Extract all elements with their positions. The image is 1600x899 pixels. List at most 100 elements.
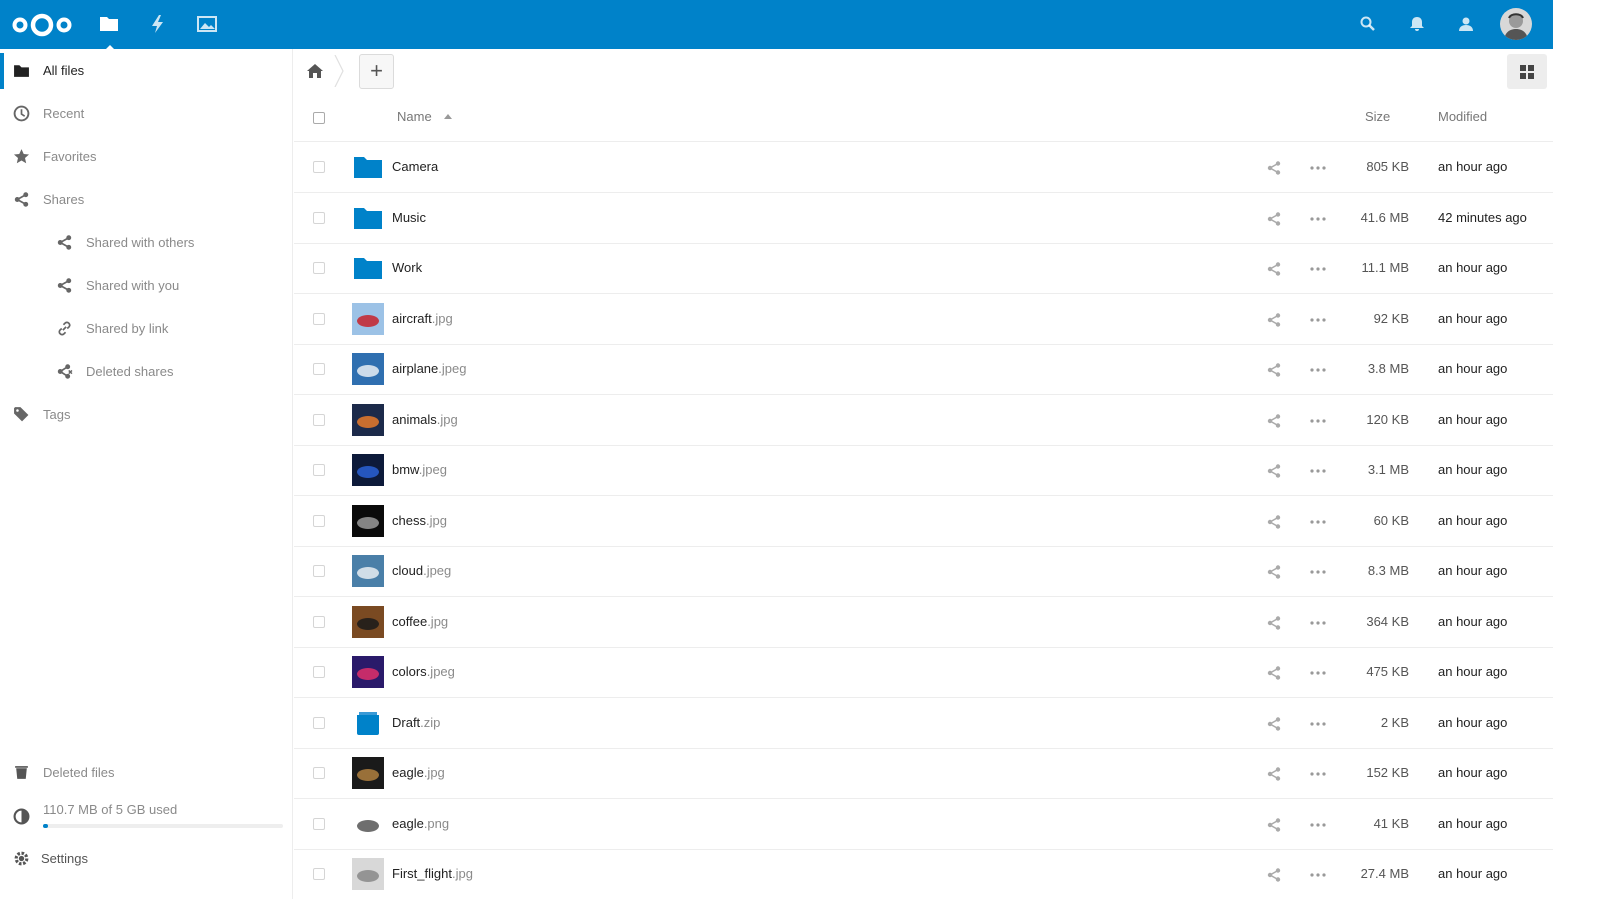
file-row[interactable]: eagle.jpg 152 KB an hour ago <box>294 748 1553 799</box>
row-checkbox[interactable] <box>313 565 325 577</box>
file-name[interactable]: coffee.jpg <box>392 614 448 629</box>
more-actions-icon[interactable] <box>1309 160 1327 176</box>
contacts-icon[interactable] <box>1456 14 1476 34</box>
file-name[interactable]: Draft.zip <box>392 715 440 730</box>
nav-settings[interactable]: Settings <box>0 837 292 880</box>
files-app-icon[interactable] <box>98 13 120 51</box>
column-header-size[interactable]: Size <box>1365 109 1390 124</box>
share-icon[interactable] <box>1266 514 1282 530</box>
more-actions-icon[interactable] <box>1309 362 1327 378</box>
file-row[interactable]: Draft.zip 2 KB an hour ago <box>294 698 1553 749</box>
file-name[interactable]: aircraft.jpg <box>392 311 453 326</box>
row-checkbox[interactable] <box>313 666 325 678</box>
share-icon[interactable] <box>1266 766 1282 782</box>
nav-deleted-files[interactable]: Deleted files <box>0 751 292 794</box>
row-checkbox[interactable] <box>313 515 325 527</box>
share-icon[interactable] <box>1266 413 1282 429</box>
nav-item-shared-by-link[interactable]: Shared by link <box>0 307 292 350</box>
row-checkbox[interactable] <box>313 262 325 274</box>
more-actions-icon[interactable] <box>1309 413 1327 429</box>
file-row[interactable]: airplane.jpeg 3.8 MB an hour ago <box>294 344 1553 395</box>
nav-item-deleted-shares[interactable]: Deleted shares <box>0 350 292 393</box>
file-name[interactable]: eagle.png <box>392 816 449 831</box>
user-avatar[interactable] <box>1500 8 1532 40</box>
file-row[interactable]: Music 41.6 MB 42 minutes ago <box>294 193 1553 244</box>
nav-item-recent[interactable]: Recent <box>0 92 292 135</box>
file-name[interactable]: Camera <box>392 159 438 174</box>
share-icon[interactable] <box>1266 463 1282 479</box>
file-name[interactable]: chess.jpg <box>392 513 447 528</box>
row-checkbox[interactable] <box>313 616 325 628</box>
file-row[interactable]: Work 11.1 MB an hour ago <box>294 243 1553 294</box>
share-icon[interactable] <box>1266 817 1282 833</box>
notifications-icon[interactable] <box>1407 14 1427 34</box>
share-icon[interactable] <box>1266 716 1282 732</box>
more-actions-icon[interactable] <box>1309 211 1327 227</box>
row-checkbox[interactable] <box>313 363 325 375</box>
row-checkbox[interactable] <box>313 313 325 325</box>
share-icon[interactable] <box>1266 665 1282 681</box>
file-name[interactable]: cloud.jpeg <box>392 563 451 578</box>
search-icon[interactable] <box>1358 14 1378 34</box>
nav-item-favorites[interactable]: Favorites <box>0 135 292 178</box>
nextcloud-logo-icon[interactable] <box>10 10 74 40</box>
file-name[interactable]: Music <box>392 210 426 225</box>
file-row[interactable]: coffee.jpg 364 KB an hour ago <box>294 597 1553 648</box>
file-name[interactable]: bmw.jpeg <box>392 462 447 477</box>
file-row[interactable]: aircraft.jpg 92 KB an hour ago <box>294 294 1553 345</box>
nav-item-shares[interactable]: Shares <box>0 178 292 221</box>
home-icon[interactable] <box>306 62 324 80</box>
row-checkbox[interactable] <box>313 717 325 729</box>
nav-item-tags[interactable]: Tags <box>0 393 292 436</box>
more-actions-icon[interactable] <box>1309 766 1327 782</box>
column-header-modified[interactable]: Modified <box>1438 109 1487 124</box>
new-file-button[interactable]: + <box>359 54 394 89</box>
file-row[interactable]: eagle.png 41 KB an hour ago <box>294 799 1553 850</box>
share-icon[interactable] <box>1266 211 1282 227</box>
nav-item-shared-with-you[interactable]: Shared with you <box>0 264 292 307</box>
share-icon[interactable] <box>1266 362 1282 378</box>
row-checkbox[interactable] <box>313 414 325 426</box>
file-name[interactable]: colors.jpeg <box>392 664 455 679</box>
file-name[interactable]: eagle.jpg <box>392 765 445 780</box>
row-checkbox[interactable] <box>313 161 325 173</box>
file-name[interactable]: First_flight.jpg <box>392 866 473 881</box>
share-icon[interactable] <box>1266 160 1282 176</box>
file-row[interactable]: Camera 805 KB an hour ago <box>294 142 1553 193</box>
more-actions-icon[interactable] <box>1309 261 1327 277</box>
row-checkbox[interactable] <box>313 767 325 779</box>
file-name[interactable]: Work <box>392 260 422 275</box>
row-checkbox[interactable] <box>313 464 325 476</box>
row-checkbox[interactable] <box>313 868 325 880</box>
file-name[interactable]: airplane.jpeg <box>392 361 466 376</box>
more-actions-icon[interactable] <box>1309 463 1327 479</box>
nav-item-all-files[interactable]: All files <box>0 49 292 92</box>
file-row[interactable]: cloud.jpeg 8.3 MB an hour ago <box>294 546 1553 597</box>
more-actions-icon[interactable] <box>1309 867 1327 883</box>
share-icon[interactable] <box>1266 867 1282 883</box>
grid-view-toggle-button[interactable] <box>1507 54 1547 89</box>
column-header-name[interactable]: Name <box>397 109 432 124</box>
more-actions-icon[interactable] <box>1309 312 1327 328</box>
more-actions-icon[interactable] <box>1309 817 1327 833</box>
more-actions-icon[interactable] <box>1309 615 1327 631</box>
file-row[interactable]: animals.jpg 120 KB an hour ago <box>294 395 1553 446</box>
activity-app-icon[interactable] <box>147 13 169 35</box>
more-actions-icon[interactable] <box>1309 514 1327 530</box>
select-all-checkbox[interactable] <box>313 112 325 124</box>
more-actions-icon[interactable] <box>1309 716 1327 732</box>
file-row[interactable]: chess.jpg 60 KB an hour ago <box>294 496 1553 547</box>
more-actions-icon[interactable] <box>1309 564 1327 580</box>
file-row[interactable]: bmw.jpeg 3.1 MB an hour ago <box>294 445 1553 496</box>
file-row[interactable]: First_flight.jpg 27.4 MB an hour ago <box>294 849 1553 899</box>
file-row[interactable]: colors.jpeg 475 KB an hour ago <box>294 647 1553 698</box>
more-actions-icon[interactable] <box>1309 665 1327 681</box>
gallery-app-icon[interactable] <box>196 13 218 35</box>
share-icon[interactable] <box>1266 312 1282 328</box>
share-icon[interactable] <box>1266 261 1282 277</box>
file-name[interactable]: animals.jpg <box>392 412 458 427</box>
share-icon[interactable] <box>1266 615 1282 631</box>
row-checkbox[interactable] <box>313 212 325 224</box>
row-checkbox[interactable] <box>313 818 325 830</box>
share-icon[interactable] <box>1266 564 1282 580</box>
